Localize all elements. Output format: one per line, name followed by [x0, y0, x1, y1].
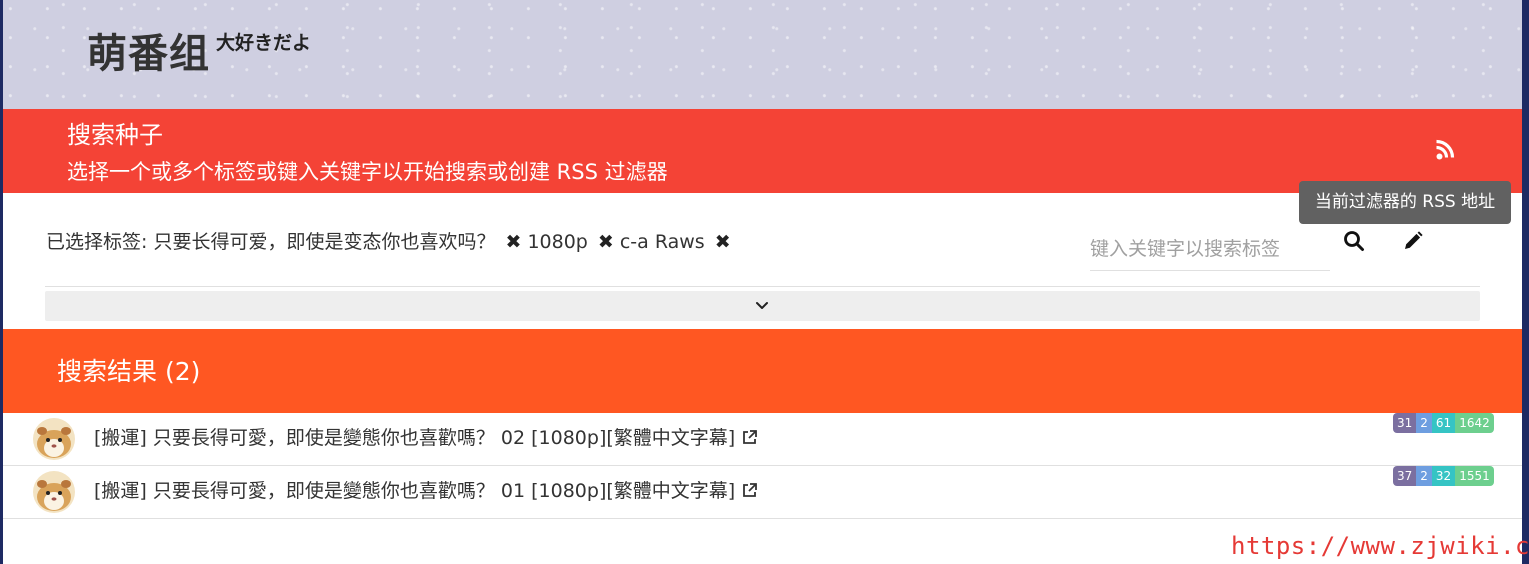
- selected-tag: 1080p: [527, 231, 588, 253]
- rss-tooltip: 当前过滤器的 RSS 地址: [1299, 181, 1511, 224]
- stat-badge: 2: [1416, 413, 1432, 433]
- selected-tags-label: 已选择标签:: [46, 231, 148, 253]
- search-header: 搜索种子 选择一个或多个标签或键入关键字以开始搜索或创建 RSS 过滤器: [3, 109, 1522, 193]
- watermark: https://www.zjwiki.com: [1231, 532, 1529, 560]
- keyword-input[interactable]: [1090, 228, 1330, 271]
- site-banner: 萌番组 大好きだよ: [3, 0, 1522, 109]
- torrent-title-text: [搬運] 只要長得可愛，即使是變態你也喜歡嗎？ 02 [1080p][繁體中文字…: [94, 427, 736, 449]
- stat-badge: 61: [1431, 413, 1456, 433]
- rss-icon: [1436, 139, 1455, 160]
- window-frame-right: [1522, 0, 1529, 564]
- site-logo[interactable]: 萌番组 大好きだよ: [87, 30, 311, 78]
- search-button[interactable]: [1342, 229, 1372, 259]
- rss-button[interactable]: [1421, 135, 1471, 167]
- torrent-title[interactable]: [搬運] 只要長得可愛，即使是變態你也喜歡嗎？ 01 [1080p][繁體中文字…: [94, 477, 758, 505]
- expand-tags-button[interactable]: [45, 291, 1480, 321]
- stat-badge: 2: [1416, 466, 1432, 486]
- results-header: 搜索结果 (2): [3, 329, 1522, 413]
- chevron-down-icon: [756, 302, 768, 309]
- close-icon[interactable]: ✖: [715, 231, 731, 253]
- list-item[interactable]: [搬運] 只要長得可愛，即使是變態你也喜歡嗎？ 02 [1080p][繁體中文字…: [3, 413, 1522, 466]
- avatar: [33, 418, 75, 460]
- selected-tag: c-a Raws: [619, 231, 705, 253]
- edit-button[interactable]: [1401, 229, 1431, 259]
- stat-badge: 1642: [1455, 413, 1494, 433]
- search-icon: [1344, 231, 1364, 251]
- logo-title: 萌番组: [87, 31, 210, 77]
- search-subtitle: 选择一个或多个标签或键入关键字以开始搜索或创建 RSS 过滤器: [67, 160, 668, 184]
- avatar: [33, 471, 75, 513]
- torrent-stats: 31 2 61 1642: [1393, 413, 1494, 433]
- logo-subtitle: 大好きだよ: [216, 32, 312, 54]
- pencil-icon: [1405, 231, 1423, 249]
- list-item[interactable]: [搬運] 只要長得可愛，即使是變態你也喜歡嗎？ 01 [1080p][繁體中文字…: [3, 466, 1522, 519]
- external-link-icon: [743, 430, 758, 444]
- torrent-title-text: [搬運] 只要長得可愛，即使是變態你也喜歡嗎？ 01 [1080p][繁體中文字…: [94, 480, 736, 502]
- external-link-icon: [743, 483, 758, 497]
- stat-badge: 37: [1393, 466, 1417, 486]
- search-title: 搜索种子: [67, 121, 163, 149]
- results-title: 搜索结果 (2): [57, 357, 201, 386]
- torrent-stats: 37 2 32 1551: [1393, 466, 1494, 486]
- close-icon[interactable]: ✖: [506, 231, 522, 253]
- torrent-title[interactable]: [搬運] 只要長得可愛，即使是變態你也喜歡嗎？ 02 [1080p][繁體中文字…: [94, 424, 758, 452]
- close-icon[interactable]: ✖: [598, 231, 614, 253]
- selected-tags: 已选择标签: 只要长得可爱，即使是变态你也喜欢吗？ ✖ 1080p ✖ c-a Ra…: [46, 228, 737, 256]
- stat-badge: 31: [1393, 413, 1417, 433]
- stat-badge: 1551: [1455, 466, 1494, 486]
- divider: [45, 286, 1480, 287]
- selected-tag: 只要长得可爱，即使是变态你也喜欢吗？: [153, 231, 496, 253]
- stat-badge: 32: [1431, 466, 1456, 486]
